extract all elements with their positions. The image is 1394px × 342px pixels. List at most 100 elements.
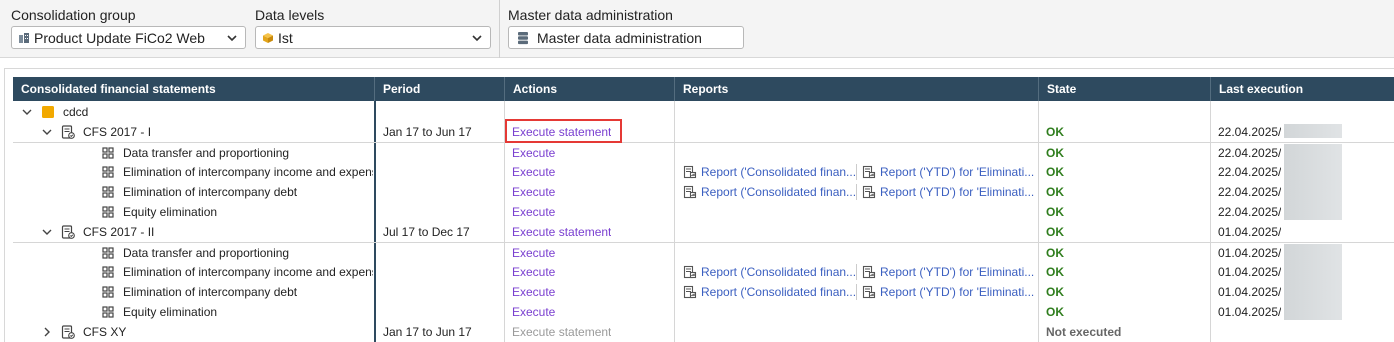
- table-row[interactable]: CFS 2017 - II Jul 17 to Dec 17 Execute sta…: [13, 222, 1394, 242]
- status-badge: OK: [1046, 246, 1064, 260]
- report-label: Report ('Consolidated finan...: [701, 165, 857, 179]
- redacted-area: [1284, 244, 1342, 320]
- report-label: Report ('YTD') for 'Eliminati...: [880, 185, 1035, 199]
- statement-name: CFS 2017 - I: [83, 125, 152, 139]
- table-row[interactable]: cdcd: [13, 102, 1394, 122]
- execute-link[interactable]: Execute: [512, 182, 555, 202]
- highlight-box: [505, 119, 622, 143]
- table-row[interactable]: Elimination of intercompany debt Execute R…: [13, 282, 1394, 302]
- period-cell: Jul 17 to Dec 17: [383, 225, 470, 239]
- table-row[interactable]: Elimination of intercompany debt Execute R…: [13, 182, 1394, 202]
- statement-name: Elimination of intercompany income and e…: [123, 165, 373, 179]
- statement-name: Elimination of intercompany debt: [123, 285, 298, 299]
- execute-link[interactable]: Execute: [512, 243, 555, 263]
- status-badge: OK: [1046, 305, 1064, 319]
- header-statements[interactable]: Consolidated financial statements: [13, 77, 374, 101]
- last-execution-cell: 01.04.2025/: [1218, 246, 1282, 260]
- report-link[interactable]: Report ('Consolidated finan...: [683, 262, 859, 282]
- statement-name: CFS 2017 - II: [83, 225, 155, 239]
- report-icon: [683, 185, 697, 199]
- table-row[interactable]: CFS 2017 - I Jan 17 to Jun 17 Execute stat…: [13, 122, 1394, 142]
- execute-statement-link[interactable]: Execute statement: [512, 322, 611, 342]
- report-link[interactable]: Report ('YTD') for 'Eliminati...: [862, 162, 1038, 182]
- table-row[interactable]: Data transfer and proportioning Execute OK…: [13, 242, 1394, 262]
- execute-link[interactable]: Execute: [512, 262, 555, 282]
- table-row[interactable]: Elimination of intercompany income and e…: [13, 262, 1394, 282]
- statement-icon: [61, 325, 75, 339]
- execute-link[interactable]: Execute: [512, 302, 555, 322]
- statement-name: cdcd: [63, 105, 89, 119]
- data-levels-label: Data levels: [255, 7, 325, 23]
- execute-statement-link[interactable]: Execute statement: [512, 222, 611, 242]
- execute-link[interactable]: Execute: [512, 202, 555, 222]
- last-execution-cell: 22.04.2025/: [1218, 146, 1282, 160]
- grid-icon: [101, 246, 115, 260]
- table-row[interactable]: Equity elimination Execute OK 01.04.2025/: [13, 302, 1394, 322]
- report-label: Report ('Consolidated finan...: [701, 185, 857, 199]
- status-badge: OK: [1046, 225, 1064, 239]
- report-label: Report ('YTD') for 'Eliminati...: [880, 265, 1035, 279]
- header-actions[interactable]: Actions: [505, 77, 674, 101]
- table-row[interactable]: Elimination of intercompany income and e…: [13, 162, 1394, 182]
- statement-icon: [61, 225, 75, 239]
- report-link[interactable]: Report ('YTD') for 'Eliminati...: [862, 282, 1038, 302]
- consolidation-group-select[interactable]: Product Update FiCo2 Web: [11, 26, 246, 49]
- chevron-down-icon: [470, 31, 484, 45]
- consolidation-group-label: Consolidation group: [11, 7, 136, 23]
- last-execution-cell: 22.04.2025/: [1218, 165, 1282, 179]
- report-icon: [683, 285, 697, 299]
- execute-link[interactable]: Execute: [512, 143, 555, 163]
- last-execution-cell: 22.04.2025/: [1218, 185, 1282, 199]
- filter-bar: Consolidation group Product Update FiCo2…: [0, 0, 1394, 58]
- report-icon: [862, 165, 876, 179]
- status-badge: OK: [1046, 285, 1064, 299]
- data-levels-select[interactable]: Ist: [255, 26, 491, 49]
- master-data-button[interactable]: Master data administration: [508, 26, 744, 49]
- master-data-label: Master data administration: [508, 7, 673, 23]
- report-link[interactable]: Report ('YTD') for 'Eliminati...: [862, 182, 1038, 202]
- grid-icon: [101, 205, 115, 219]
- statement-name: Equity elimination: [123, 305, 218, 319]
- grid-icon: [101, 165, 115, 179]
- table-header: Consolidated financial statements Period…: [13, 77, 1394, 101]
- report-icon: [683, 265, 697, 279]
- chevron-right-icon[interactable]: [41, 326, 53, 338]
- statement-name: Elimination of intercompany income and e…: [123, 265, 373, 279]
- grid-icon: [101, 305, 115, 319]
- report-icon: [683, 165, 697, 179]
- grid-icon: [101, 285, 115, 299]
- statement-name: Equity elimination: [123, 205, 218, 219]
- report-icon: [862, 185, 876, 199]
- header-state[interactable]: State: [1039, 77, 1210, 101]
- statement-name: Data transfer and proportioning: [123, 246, 290, 260]
- table-row[interactable]: Equity elimination Execute OK 22.04.2025/: [13, 202, 1394, 222]
- header-last-execution[interactable]: Last execution: [1211, 77, 1394, 101]
- header-reports[interactable]: Reports: [675, 77, 1038, 101]
- execute-link[interactable]: Execute: [512, 282, 555, 302]
- period-cell: Jan 17 to Jun 17: [383, 325, 472, 339]
- table-row[interactable]: Data transfer and proportioning Execute OK…: [13, 142, 1394, 162]
- chevron-down-icon[interactable]: [41, 226, 53, 238]
- table-row[interactable]: CFS XY Jan 17 to Jun 17 Execute statement N…: [13, 322, 1394, 342]
- execute-link[interactable]: Execute: [512, 162, 555, 182]
- chevron-down-icon: [225, 31, 239, 45]
- chevron-down-icon[interactable]: [41, 126, 53, 138]
- last-execution-cell: 01.04.2025/: [1218, 225, 1282, 239]
- master-data-button-label: Master data administration: [537, 29, 702, 46]
- report-link[interactable]: Report ('YTD') for 'Eliminati...: [862, 262, 1038, 282]
- chevron-down-icon[interactable]: [21, 106, 33, 118]
- header-period[interactable]: Period: [375, 77, 504, 101]
- redacted-area: [1284, 144, 1342, 220]
- report-divider: [856, 264, 857, 280]
- report-divider: [856, 164, 857, 180]
- report-link[interactable]: Report ('Consolidated finan...: [683, 182, 859, 202]
- report-link[interactable]: Report ('Consolidated finan...: [683, 282, 859, 302]
- status-badge: OK: [1046, 146, 1064, 160]
- report-link[interactable]: Report ('Consolidated finan...: [683, 162, 859, 182]
- last-execution-cell: 22.04.2025/: [1218, 125, 1282, 139]
- toolbar-divider: [499, 0, 500, 58]
- database-icon: [517, 31, 529, 45]
- report-icon: [862, 265, 876, 279]
- grid-icon: [101, 185, 115, 199]
- statement-icon: [61, 125, 75, 139]
